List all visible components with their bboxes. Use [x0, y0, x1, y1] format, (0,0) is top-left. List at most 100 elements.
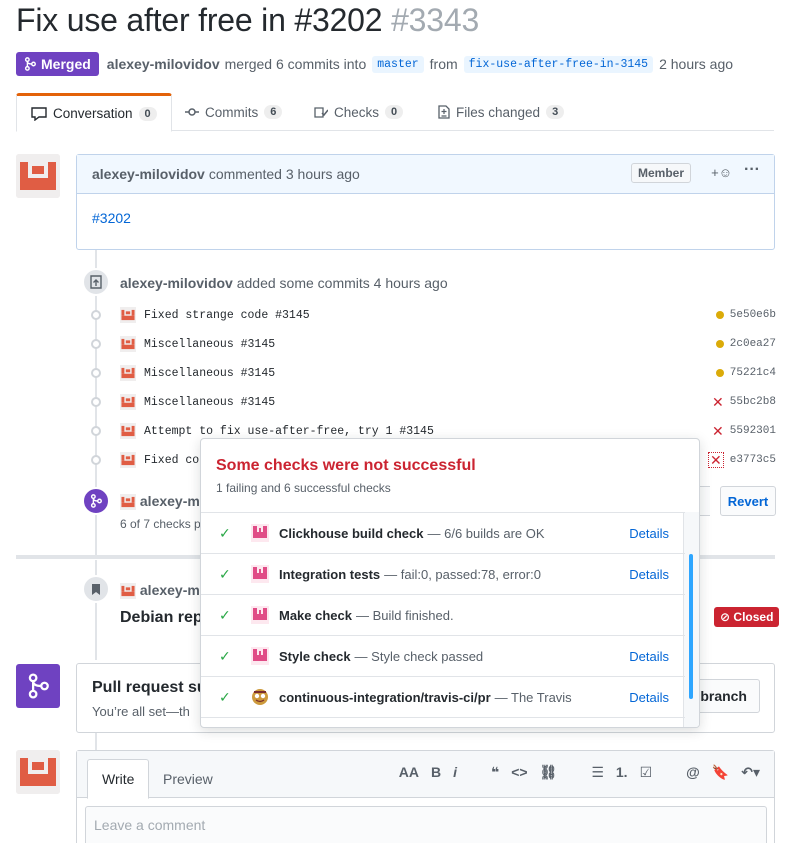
- merge-text: merged 6 commits into: [224, 56, 367, 72]
- avatar[interactable]: [16, 750, 60, 794]
- commit-message[interactable]: Miscellaneous #3145: [144, 338, 275, 351]
- check-description: — The Travis: [494, 689, 572, 705]
- commit-row: Miscellaneous #3145 ✕ 55bc2b8: [88, 391, 776, 413]
- pending-status-icon[interactable]: [715, 369, 724, 377]
- preview-tab[interactable]: Preview: [149, 759, 227, 799]
- add-reaction-icon[interactable]: +☺: [711, 165, 732, 180]
- commit-sha[interactable]: 55bc2b8: [730, 396, 776, 408]
- bold-icon[interactable]: B: [431, 764, 441, 781]
- commit-message[interactable]: Attempt to fix use-after-free, try 1 #31…: [144, 425, 434, 438]
- pending-status-icon[interactable]: [715, 311, 724, 319]
- commit-message[interactable]: Miscellaneous #3145: [144, 367, 275, 380]
- commit-message[interactable]: Fixed co: [144, 454, 199, 467]
- merge-checks-text[interactable]: 6 of 7 checks p: [120, 517, 201, 531]
- tab-commits[interactable]: Commits 6: [185, 93, 283, 131]
- avatar: [120, 583, 136, 600]
- revert-button[interactable]: Revert: [720, 486, 776, 516]
- check-name: continuous-integration/travis-ci/pr: [279, 689, 491, 705]
- check-row: ✓ Style check — Style check passed Details: [201, 636, 685, 677]
- tab-conversation[interactable]: Conversation 0: [16, 93, 172, 132]
- reference-icon[interactable]: 🔖: [712, 764, 729, 781]
- merge-event-author[interactable]: alexey-m: [140, 493, 200, 509]
- comment-textarea[interactable]: Leave a comment: [85, 806, 767, 843]
- avatar: [120, 423, 136, 439]
- reply-icon[interactable]: ↶▾: [741, 764, 760, 781]
- merge-time: 2 hours ago: [659, 56, 734, 72]
- check-success-icon: ✓: [219, 606, 231, 623]
- tab-conversation-count: 0: [138, 106, 157, 121]
- ref-issue-title[interactable]: Debian rep: [120, 609, 203, 627]
- comment-menu-icon[interactable]: ···: [744, 161, 760, 179]
- tab-checks-count: 0: [385, 105, 404, 119]
- checks-popover-subtitle: 1 failing and 6 successful checks: [216, 481, 391, 495]
- markdown-toolbar: AA B i ❝ <> ⛓ ☰ 1. ☑ @ 🔖 ↶▾: [399, 764, 760, 781]
- merge-event-icon: [82, 487, 110, 515]
- pr-tabs: Conversation 0 Commits 6 Checks 0 Files …: [16, 93, 774, 132]
- check-row: ✓ Clickhouse build check — 6/6 builds are …: [201, 513, 685, 554]
- commit-dot-icon: [91, 339, 101, 349]
- avatar: [120, 394, 136, 410]
- failed-status-icon[interactable]: ✕: [708, 452, 724, 468]
- commit-dot-icon: [91, 368, 101, 378]
- bookmark-icon: [82, 575, 110, 603]
- numbered-list-icon[interactable]: 1.: [616, 764, 628, 781]
- base-branch[interactable]: master: [372, 55, 424, 73]
- pr-meta: Merged alexey-milovidov merged 6 commits…: [16, 50, 733, 78]
- commit-sha[interactable]: 2c0ea27: [730, 338, 776, 350]
- avatar: [120, 365, 136, 381]
- commit-message[interactable]: Miscellaneous #3145: [144, 396, 275, 409]
- check-name: Integration tests: [279, 566, 381, 582]
- tab-checks[interactable]: Checks 0: [314, 93, 404, 131]
- tab-files-changed-label: Files changed: [456, 104, 541, 120]
- link-icon[interactable]: ⛓: [540, 764, 558, 781]
- comment-box: alexey-milovidov commented 3 hours ago M…: [76, 154, 775, 250]
- task-list-icon[interactable]: ☑: [640, 764, 653, 781]
- bullet-list-icon[interactable]: ☰: [591, 764, 604, 781]
- tab-conversation-label: Conversation: [53, 106, 133, 121]
- merge-icon: [24, 57, 36, 71]
- avatar[interactable]: [16, 154, 60, 198]
- failed-status-icon[interactable]: ✕: [712, 395, 724, 409]
- failed-status-icon[interactable]: ✕: [712, 424, 724, 438]
- check-details-link[interactable]: Details: [629, 567, 669, 582]
- tab-checks-label: Checks: [334, 104, 380, 120]
- commit-sha[interactable]: e3773c5: [730, 454, 776, 466]
- check-details-link[interactable]: Details: [629, 526, 669, 541]
- write-tab[interactable]: Write: [87, 759, 150, 799]
- scrollbar[interactable]: [689, 554, 693, 699]
- checks-list: ✓ Clickhouse build check — 6/6 builds are …: [201, 512, 685, 727]
- commit-sha[interactable]: 5e50e6b: [730, 309, 776, 321]
- member-badge: Member: [630, 163, 691, 183]
- current-user-avatar-image: [16, 750, 60, 794]
- header-text-icon[interactable]: AA: [399, 764, 419, 781]
- mention-icon[interactable]: @: [686, 764, 700, 781]
- ch-app-icon: [251, 606, 269, 624]
- italic-icon[interactable]: i: [453, 764, 457, 781]
- pr-author-link[interactable]: alexey-milovidov: [107, 56, 220, 72]
- ch-app-icon: [251, 647, 269, 665]
- head-branch[interactable]: fix-use-after-free-in-3145: [463, 55, 654, 73]
- commit-sha[interactable]: 5592301: [730, 425, 776, 437]
- commit-dot-icon: [91, 310, 101, 320]
- timeline-line: [95, 733, 97, 750]
- checks-popover-title: Some checks were not successful: [216, 457, 476, 474]
- check-row: ✓ Make check — Build finished.: [201, 595, 685, 636]
- merged-status-label: Merged: [41, 56, 91, 72]
- ref-event-author[interactable]: alexey-m: [140, 582, 200, 598]
- issue-link[interactable]: #3202: [92, 210, 131, 226]
- pr-title-text: Fix use after free in #3202: [16, 2, 383, 38]
- check-row: ✓ continuous-integration/travis-ci/pr — Th…: [201, 677, 685, 718]
- pr-number: #3343: [391, 2, 480, 38]
- commit-message[interactable]: Fixed strange code #3145: [144, 309, 310, 322]
- commit-sha[interactable]: 75221c4: [730, 367, 776, 379]
- code-icon[interactable]: <>: [511, 764, 527, 781]
- check-details-link[interactable]: Details: [629, 690, 669, 705]
- check-details-link[interactable]: Details: [629, 649, 669, 664]
- ch-app-icon: [251, 524, 269, 542]
- tab-files-changed[interactable]: Files changed 3: [438, 93, 565, 131]
- pending-status-icon[interactable]: [715, 340, 724, 348]
- closed-icon: ⊘: [720, 610, 731, 624]
- comment-author[interactable]: alexey-milovidov: [92, 166, 205, 182]
- commits-event-author[interactable]: alexey-milovidov: [120, 275, 233, 291]
- quote-icon[interactable]: ❝: [491, 764, 499, 781]
